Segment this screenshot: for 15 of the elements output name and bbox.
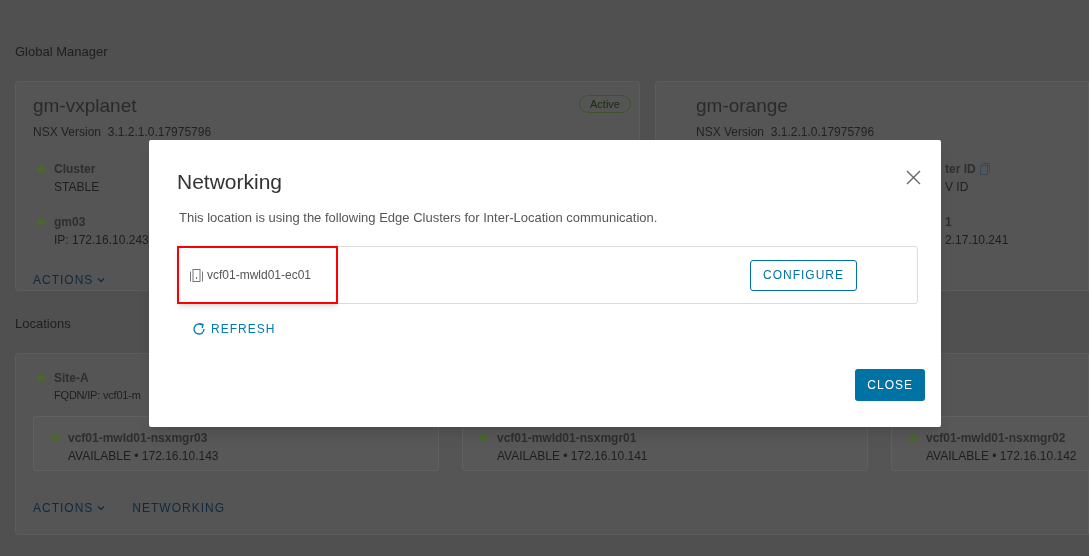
dialog-description: This location is using the following Edge Clusters for Inter-Location communication.: [178, 208, 659, 227]
stat-value: AVAILABLE • 172.16.10.141: [497, 447, 648, 465]
configure-button[interactable]: CONFIGURE: [750, 259, 857, 291]
refresh-button[interactable]: REFRESH: [192, 320, 276, 338]
stat-value: AVAILABLE • 172.16.10.142: [926, 447, 1077, 465]
close-icon[interactable]: [906, 170, 921, 185]
caret-icon: [97, 277, 106, 283]
dialog-title: Networking: [177, 169, 283, 195]
stat-value: 2.17.10.241: [945, 232, 1009, 249]
cluster-icon: [190, 268, 203, 282]
caret-icon: [97, 504, 106, 511]
refresh-icon: [192, 322, 206, 336]
close-button[interactable]: CLOSE: [855, 369, 925, 401]
stat-value: AVAILABLE • 172.16.10.143: [68, 447, 219, 465]
edge-cluster-name: vcf01-mwld01-ec01: [207, 267, 312, 284]
